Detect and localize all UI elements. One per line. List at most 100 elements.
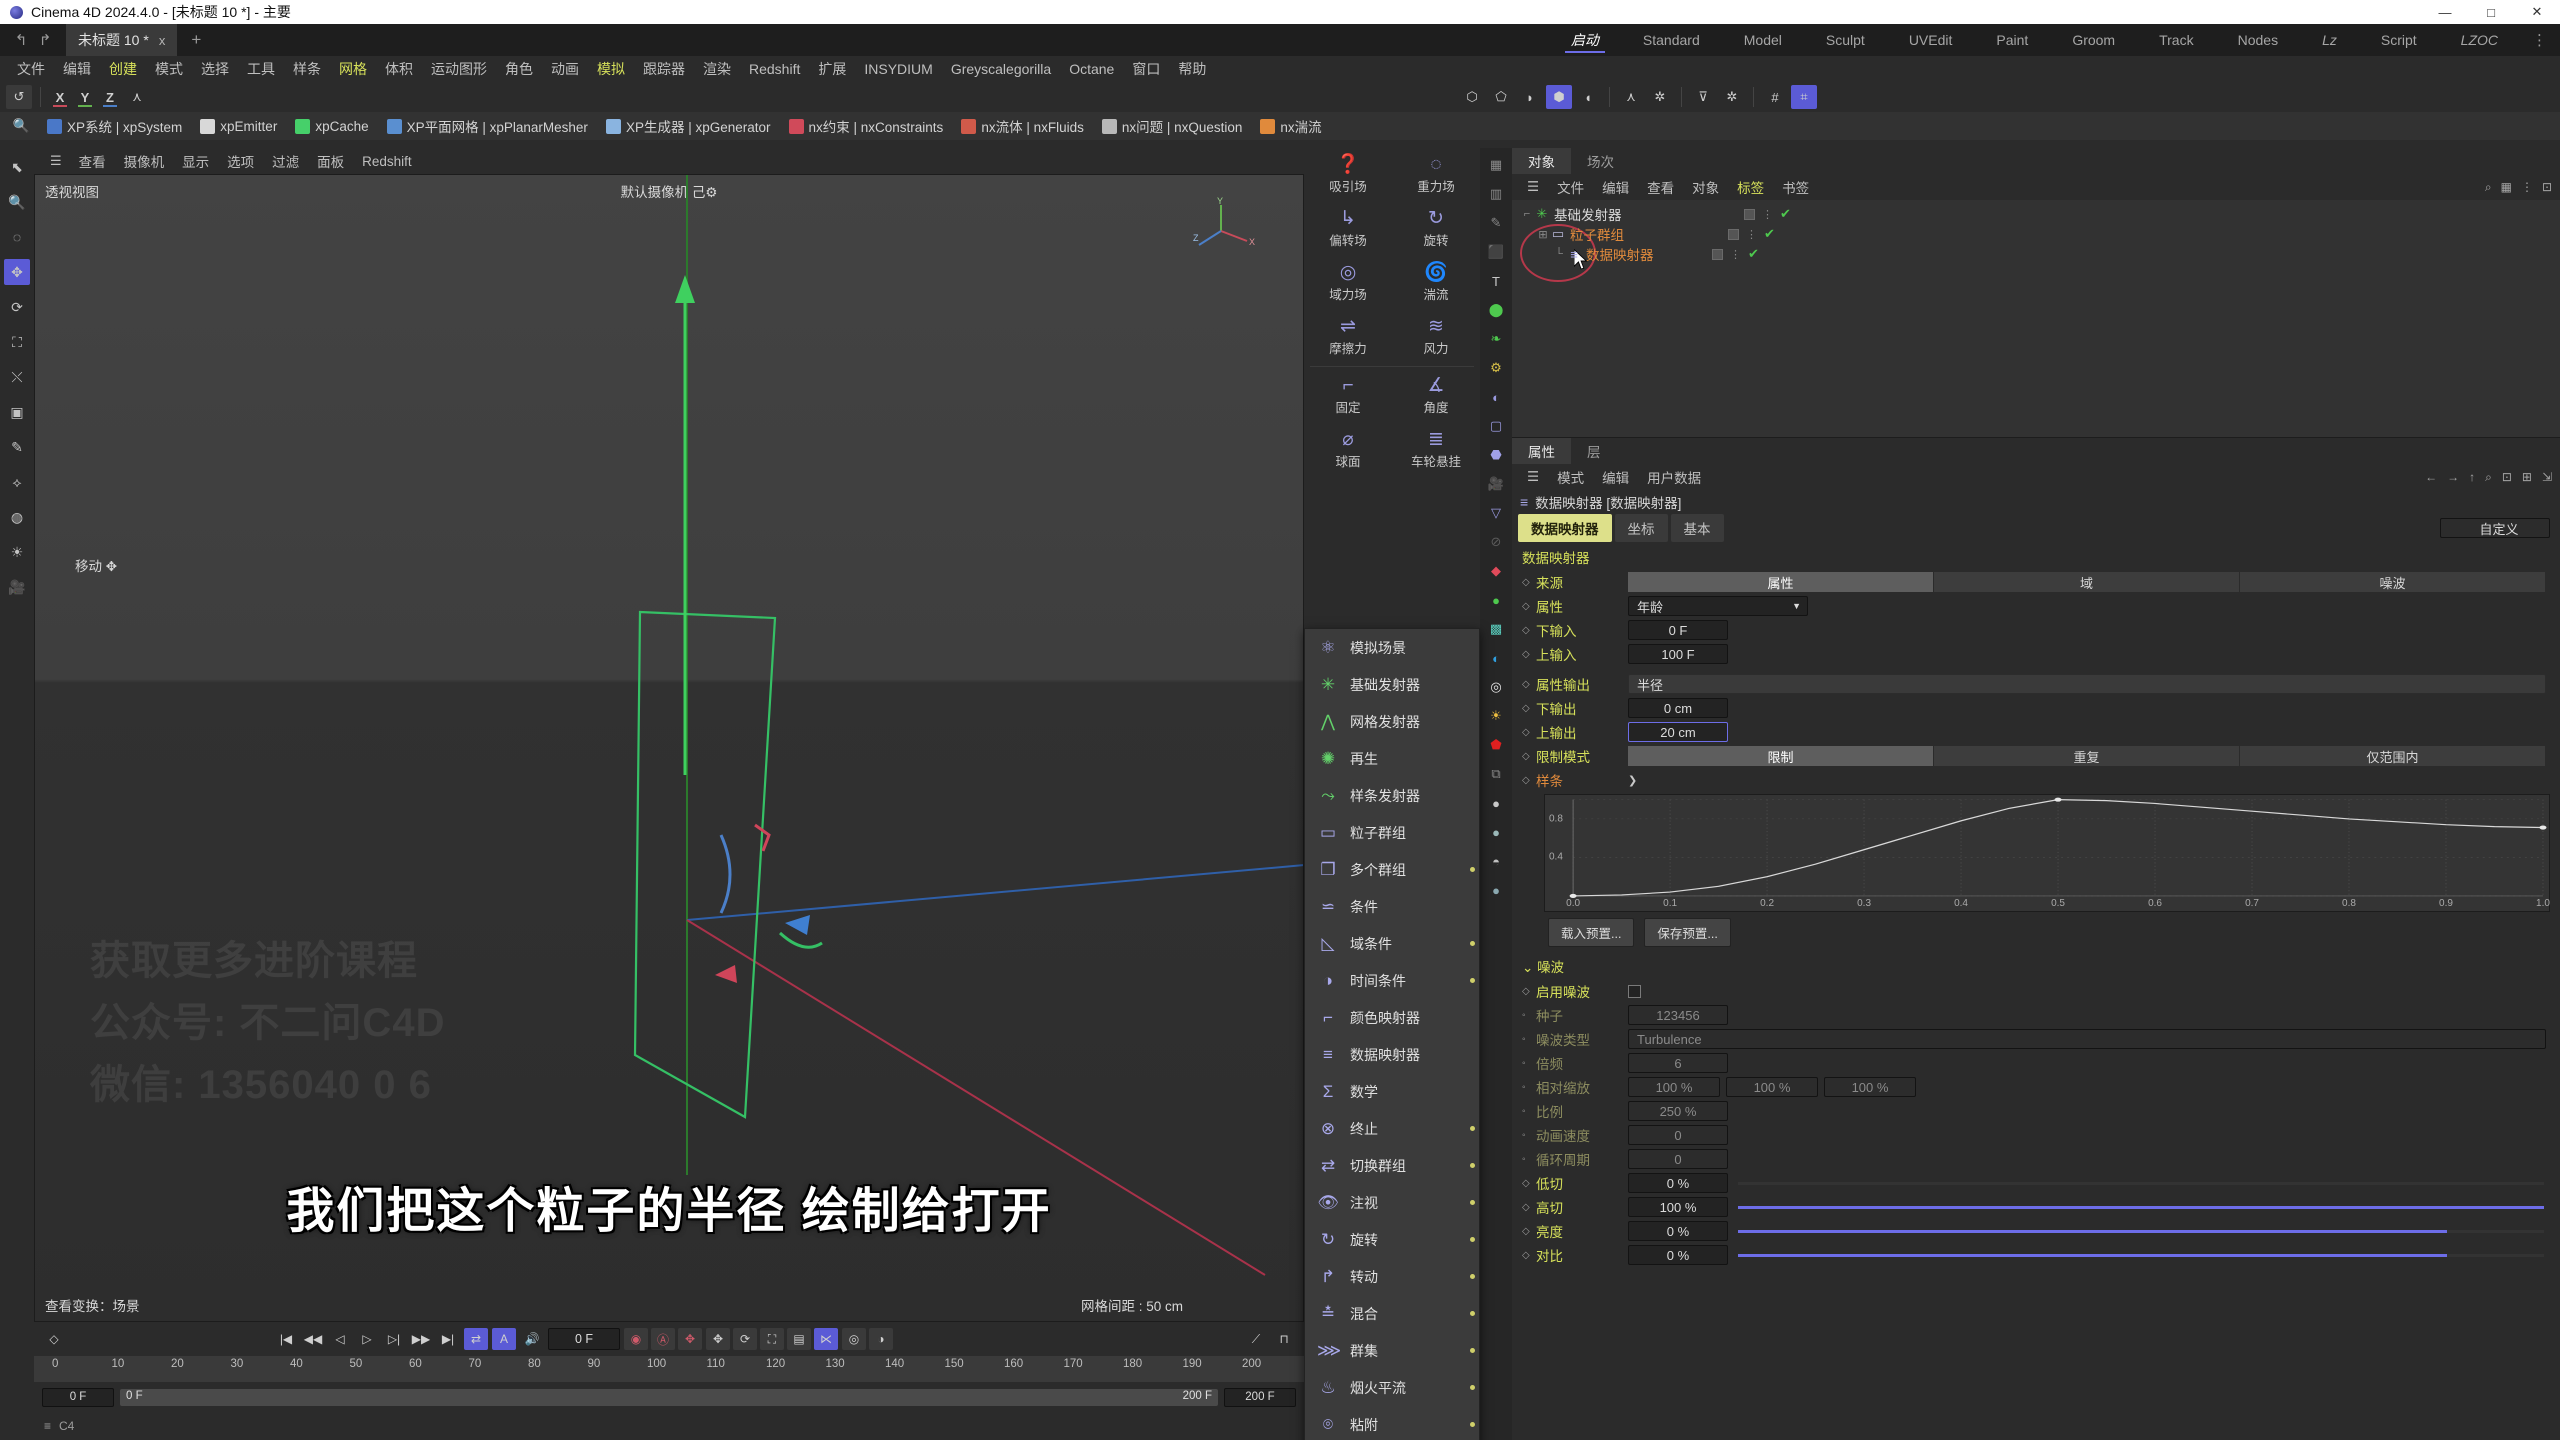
slider-track-2[interactable] [1738,1229,2544,1233]
magnify-icon[interactable]: 🔍 [4,189,30,215]
am-right-icon-5[interactable]: ⊞ [2522,470,2532,485]
play-backward-icon[interactable]: ◀◀ [301,1328,325,1350]
axis-z-toggle[interactable]: Z [99,85,121,109]
sim-menu-注视[interactable]: 👁 注视 [1305,1184,1479,1221]
menu-item-14[interactable]: 渲染 [694,56,740,82]
deformer-icon[interactable]: ◍ [4,504,30,530]
object-row-dots-2[interactable]: ⋮ [1730,248,1741,261]
model-mode-icon[interactable]: ⬢ [1546,85,1572,109]
material-sphere-1-icon[interactable]: ● [1483,790,1509,816]
gear-icon[interactable]: ⚙ [1483,355,1509,381]
source-option-2[interactable]: 噪波 [2240,572,2546,592]
node-icon[interactable]: ⧉ [1483,761,1509,787]
limit-mode-segmented-control[interactable]: 限制 重复 仅范围内 [1628,746,2546,766]
camera-icon[interactable]: 🎥 [1483,471,1509,497]
layout-tab-3[interactable]: Sculpt [1804,24,1887,56]
menu-item-18[interactable]: Greyscalegorilla [942,56,1060,82]
xp-toolbar-item-3[interactable]: XP平面网格 | xpPlanarMesher [378,116,597,136]
layout-tab-1[interactable]: Standard [1621,24,1722,56]
menu-item-15[interactable]: Redshift [740,56,809,82]
noise-keyframe-dot-4[interactable]: ◦ [1522,1082,1536,1093]
point-mode-icon[interactable]: ⬡ [1459,85,1485,109]
dynamics-icon[interactable]: ◑ [869,1328,893,1350]
material-sphere-2-icon[interactable]: ● [1483,819,1509,845]
force-摩擦力[interactable]: ⇌ 摩擦力 [1304,310,1392,364]
object-row-tag-icon-0[interactable] [1744,208,1755,220]
om-right-icon-0[interactable]: ⌕ [2485,180,2492,195]
preset-dropdown[interactable]: 自定义 [2440,518,2550,538]
lower-output-keyframe-dot[interactable]: ◇ [1522,703,1536,714]
viewport-hamburger-icon[interactable]: ☰ [42,153,70,169]
xp-toolbar-item-7[interactable]: nx问题 | nxQuestion [1093,116,1252,136]
viewport-menu-3[interactable]: 选项 [218,151,263,171]
noise-value-4-2[interactable]: 100 % [1824,1077,1916,1097]
xp-toolbar-item-2[interactable]: xpCache [286,118,377,134]
limit-option-0[interactable]: 限制 [1628,746,1934,766]
prop-tab-0[interactable]: 基本 [1670,514,1724,542]
layout-tab-4[interactable]: UVEdit [1887,24,1975,56]
slider-value-3[interactable]: 0 % [1628,1245,1728,1265]
limit-option-2[interactable]: 仅范围内 [2240,746,2546,766]
object-row-dots-0[interactable]: ⋮ [1762,208,1773,221]
noise-value-1[interactable]: 123456 [1628,1005,1728,1025]
undo-toolbar-icon[interactable]: ↺ [6,85,32,109]
noise-keyframe-dot-6[interactable]: ◦ [1522,1130,1536,1141]
sim-menu-数据映射器[interactable]: ≡ 数据映射器 [1305,1036,1479,1073]
matrix-icon[interactable]: ▩ [1483,616,1509,642]
point-level-anim-icon[interactable]: ◎ [842,1328,866,1350]
save-preset-button[interactable]: 保存预置... [1644,918,1731,947]
om-right-icon-1[interactable]: ▦ [2501,180,2512,195]
spline-curve-graph[interactable]: 0.0 0.1 0.2 0.3 0.4 0.5 0.6 0.7 0.8 0.9 1.0 0.4 0.8 [1544,794,2550,912]
sound-toggle-icon[interactable]: 🔊 [520,1328,544,1350]
xp-toolbar-item-8[interactable]: nx湍流 [1251,116,1330,136]
menu-item-2[interactable]: 创建 [100,56,146,82]
source-option-1[interactable]: 域 [1934,572,2240,592]
noise-value-4-1[interactable]: 100 % [1726,1077,1818,1097]
layout-overflow-icon[interactable]: ⋮ [2520,31,2560,49]
record-keyframe-icon[interactable]: ◉ [624,1328,648,1350]
object-manager-hamburger-icon[interactable]: ☰ [1518,179,1548,195]
am-menu-1[interactable]: 编辑 [1593,467,1638,487]
sim-menu-混合[interactable]: ≛ 混合 [1305,1295,1479,1332]
viewport-menu-4[interactable]: 过滤 [263,151,308,171]
texture-mode-icon[interactable]: ◖ [1575,85,1601,109]
magnet-snap-icon[interactable]: ⊓ [1272,1328,1296,1350]
sim-menu-切换群组[interactable]: ⇄ 切换群组 [1305,1147,1479,1184]
snap-settings-icon[interactable]: ✲ [1719,85,1745,109]
am-right-icon-3[interactable]: ⌕ [2485,470,2492,485]
material-sphere-3-icon[interactable]: ● [1483,877,1509,903]
slider-value-0[interactable]: 0 % [1628,1173,1728,1193]
disabled-icon[interactable]: ⊘ [1483,529,1509,555]
object-row-2[interactable]: └ ≡ 数据映射器 ⋮ ✔ [1512,244,2560,264]
sim-menu-模拟场景[interactable]: ⚛ 模拟场景 [1305,629,1479,666]
green-sphere-icon[interactable]: ● [1483,587,1509,613]
menu-item-11[interactable]: 动画 [542,56,588,82]
grid-icon[interactable]: # [1762,85,1788,109]
loop-toggle-icon[interactable]: ⇄ [464,1328,488,1350]
menu-item-16[interactable]: 扩展 [809,56,855,82]
menu-item-5[interactable]: 工具 [238,56,284,82]
text-icon[interactable]: T [1483,268,1509,294]
viewport-menu-1[interactable]: 摄像机 [115,151,174,171]
menu-item-13[interactable]: 跟踪器 [634,56,694,82]
upper-input-field[interactable]: 100 F [1628,644,1728,664]
object-manager-tab-0[interactable]: 对象 [1512,148,1571,174]
object-row-visible-0[interactable]: ✔ [1780,206,1791,222]
layout-tab-6[interactable]: Groom [2050,24,2137,56]
array-icon[interactable]: ▥ [1483,181,1509,207]
workplane-icon[interactable]: ⌗ [1791,85,1817,109]
axis-tool-icon[interactable]: ⤬ [4,364,30,390]
slider-value-2[interactable]: 0 % [1628,1221,1728,1241]
noise-keyframe-dot-1[interactable]: ◦ [1522,1010,1536,1021]
slider-track-0[interactable] [1738,1181,2544,1185]
position-key-icon[interactable]: ✥ [706,1328,730,1350]
time-range-track[interactable]: 0 F 200 F [120,1388,1218,1406]
hexagon-icon[interactable]: ⬣ [1483,442,1509,468]
xp-toolbar-item-4[interactable]: XP生成器 | xpGenerator [597,116,780,136]
noise-keyframe-dot-7[interactable]: ◦ [1522,1154,1536,1165]
sim-menu-条件[interactable]: ⋍ 条件 [1305,888,1479,925]
pla-key-icon[interactable]: ⋉ [814,1328,838,1350]
noise-enable-checkbox[interactable] [1628,984,1641,998]
cube-primitive-icon[interactable]: ▣ [4,399,30,425]
menu-item-17[interactable]: INSYDIUM [855,56,941,82]
